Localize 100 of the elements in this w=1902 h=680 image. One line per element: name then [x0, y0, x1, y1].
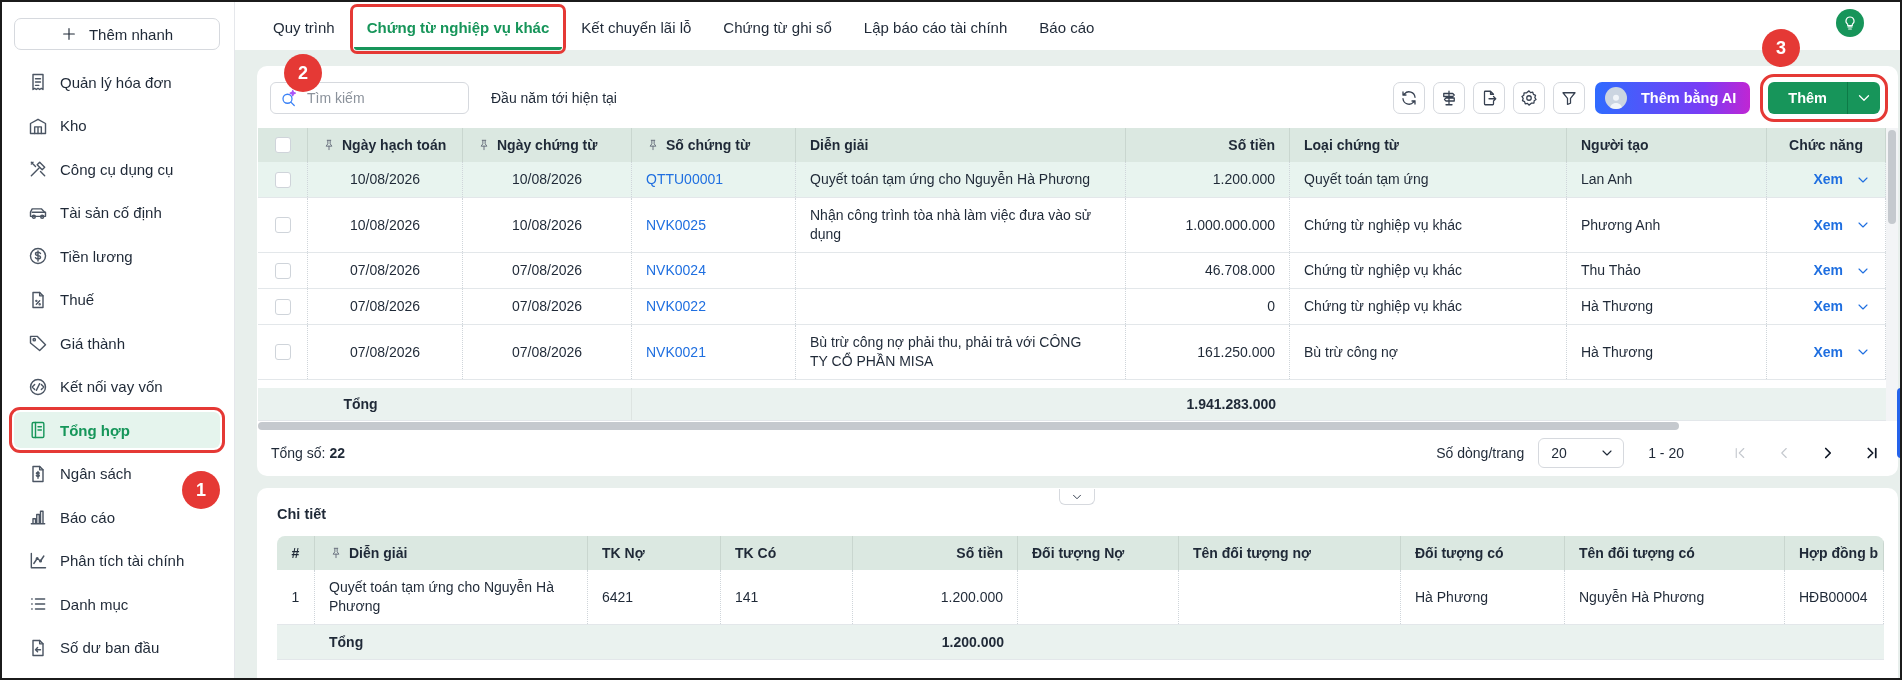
view-link[interactable]: Xem [1813, 342, 1843, 362]
column-header: Số tiền [1126, 128, 1290, 162]
page-size-select[interactable]: 20 [1538, 438, 1625, 469]
sidebar-item[interactable]: Kết nối vay vốn [14, 368, 177, 405]
view-link[interactable]: Xem [1813, 261, 1843, 280]
line-chart-icon [28, 550, 48, 571]
sidebar-item[interactable]: Danh mục [14, 586, 143, 622]
vertical-scrollbar[interactable] [1886, 128, 1898, 421]
export-button[interactable] [1473, 82, 1505, 114]
document-link[interactable]: NVK0025 [632, 198, 796, 252]
document-link[interactable]: NVK0021 [632, 325, 796, 379]
table-cell: 10/08/2026 [308, 198, 463, 252]
document-link[interactable]: NVK0024 [632, 253, 796, 288]
column-header: Tên đối tượng có [1565, 536, 1785, 570]
total-amount: 1.941.283.000 [1185, 395, 1277, 414]
checkbox[interactable] [274, 298, 291, 315]
checkbox[interactable] [274, 137, 291, 153]
search-field[interactable]: Tìm kiếm [270, 82, 469, 114]
table-cell: Quyết toán tạm ứng cho Nguyễn Hà Phương [315, 570, 588, 624]
checkbox[interactable] [274, 344, 291, 360]
settings-icon [1520, 89, 1538, 107]
sidebar-item[interactable]: Tài sản cố định [14, 194, 176, 231]
sidebar-item[interactable]: Ngân sách [14, 455, 146, 492]
table-row[interactable]: 07/08/2026 07/08/2026 NVK0021 Bù trừ công nợ phải thu, phải trả với CÔNG TY CỔ PHẦN MISA 161.250.000 Bù trừ công nợ Hà Thương Xem [258, 325, 1886, 380]
table-cell: 10/08/2026 [463, 198, 632, 252]
table-cell: HĐB00004 [1785, 570, 1884, 624]
view-link[interactable]: Xem [1813, 170, 1843, 189]
total-count: Tổng số: 22 [271, 445, 345, 462]
table-cell: Thu Thảo [1567, 253, 1767, 288]
document-link[interactable]: NVK0022 [632, 289, 796, 324]
column-header: Tên đối tượng nợ [1179, 536, 1401, 570]
table-row[interactable]: 07/08/2026 07/08/2026 NVK0022 0 Chứng từ nghiệp vụ khác Hà Thương Xem [258, 289, 1886, 325]
tools-icon [28, 159, 48, 179]
table-row[interactable]: 10/08/2026 10/08/2026 QTTU00001 Quyết toán tạm ứng cho Nguyễn Hà Phương 1.200.000 Quyết toán tạm ứng Lan Anh Xem [258, 162, 1886, 198]
sidebar-item[interactable]: Thuế [14, 281, 109, 318]
column-header: Ngày hạch toán [308, 128, 463, 162]
add-menu-button[interactable] [1847, 82, 1880, 114]
tab[interactable]: Quy trình [260, 8, 348, 50]
quick-add-button[interactable]: Thêm nhanh [14, 18, 220, 50]
table-cell: 1 [277, 570, 315, 624]
table-row[interactable]: 10/08/2026 10/08/2026 NVK0025 Nhận công trình tòa nhà làm việc đưa vào sử dụng 1.000.000.000 Chứng từ nghiệp vụ khác Phương Anh Xem [258, 198, 1886, 253]
table-cell: 07/08/2026 [463, 289, 632, 324]
sidebar-item[interactable]: Phân tích tài chính [14, 542, 199, 579]
table-cell: 1.200.000 [1126, 162, 1290, 197]
table-cell: 10/08/2026 [308, 162, 463, 197]
table-cell: Hà Thương [1567, 325, 1767, 379]
sidebar-item[interactable]: Số dư ban đầu [14, 629, 174, 666]
sidebar-item[interactable]: Giá thành [14, 325, 140, 361]
sidebar-item[interactable]: Quản lý hóa đơn [14, 64, 186, 100]
checkbox[interactable] [274, 217, 291, 233]
column-header: TK Nợ [588, 536, 721, 570]
column-header: Diễn giải [796, 128, 1126, 162]
checkbox[interactable] [274, 171, 291, 188]
table-cell: Nhận công trình tòa nhà làm việc đưa vào sử dụng [796, 198, 1126, 252]
table-cell: 07/08/2026 [463, 325, 632, 379]
horizontal-scrollbar[interactable] [258, 421, 1679, 430]
tab[interactable]: Kết chuyển lãi lỗ [568, 8, 705, 50]
table-cell: 0 [1126, 289, 1290, 324]
signpost-icon [1440, 89, 1458, 107]
column-header: Diễn giải [315, 536, 588, 570]
sidebar-item[interactable]: Tiền lương [14, 238, 147, 274]
refresh-button[interactable] [1393, 82, 1425, 114]
table-cell: Quyết toán tạm ứng cho Nguyễn Hà Phương [796, 162, 1126, 197]
tab[interactable]: Chứng từ ghi sổ [710, 8, 845, 50]
add-button[interactable]: Thêm [1768, 82, 1847, 114]
view-link[interactable]: Xem [1813, 215, 1843, 235]
tab[interactable]: Báo cáo [1026, 8, 1108, 50]
lightbulb-icon [1842, 15, 1858, 31]
sidebar-item[interactable]: Công cụ dụng cụ [14, 151, 188, 187]
bar-chart-icon [28, 507, 48, 527]
total-label: Tổng [329, 634, 364, 650]
lightbulb-button[interactable] [1836, 9, 1864, 37]
filter-icon [1560, 89, 1578, 107]
tag-icon [28, 333, 48, 353]
table-row[interactable]: 07/08/2026 07/08/2026 NVK0024 46.708.000 Chứng từ nghiệp vụ khác Thu Thảo Xem [258, 253, 1886, 289]
table-cell: Hà Phương [1401, 570, 1565, 624]
page-range: 1 - 20 [1648, 445, 1684, 462]
table-cell: 10/08/2026 [463, 162, 632, 197]
refresh-icon [1400, 89, 1418, 107]
table-cell: 07/08/2026 [308, 289, 463, 324]
column-header: Hợp đồng b [1785, 536, 1884, 570]
settings-button[interactable] [1513, 82, 1545, 114]
column-header: Chức năng [1767, 128, 1886, 162]
table-cell: 6421 [588, 570, 721, 624]
view-link[interactable]: Xem [1813, 297, 1843, 316]
filter-button[interactable] [1553, 82, 1585, 114]
sidebar-item[interactable]: Kho [14, 107, 101, 144]
checkbox[interactable] [274, 262, 291, 279]
table-cell: Hà Thương [1567, 289, 1767, 324]
book-icon [28, 420, 48, 440]
tab[interactable]: Lập báo cáo tài chính [850, 8, 1021, 50]
add-with-ai-button[interactable]: Thêm bằng AI [1595, 82, 1751, 114]
sidebar-item[interactable]: Báo cáo [14, 499, 130, 535]
column-header: # [277, 536, 315, 570]
document-link[interactable]: QTTU00001 [632, 162, 796, 197]
column-header: Ngày chứng từ [463, 128, 632, 162]
column-header: Người tạo [1567, 128, 1767, 162]
total-label: Tổng [342, 395, 379, 414]
signpost-button[interactable] [1433, 82, 1465, 114]
table-cell: 07/08/2026 [463, 253, 632, 288]
